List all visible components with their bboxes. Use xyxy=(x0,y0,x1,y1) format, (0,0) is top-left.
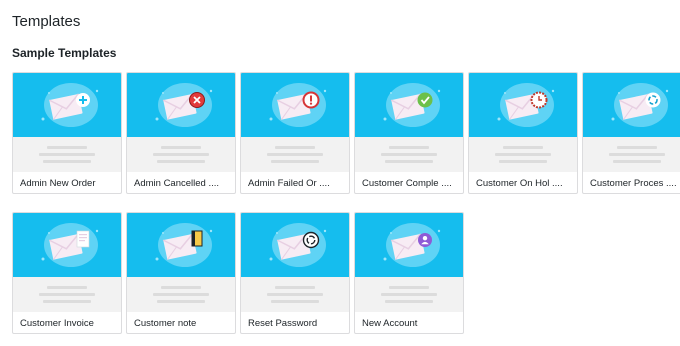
template-card[interactable]: Customer On Hol .... xyxy=(468,72,578,194)
template-card[interactable]: Reset Password xyxy=(240,212,350,334)
template-preview-lines xyxy=(13,277,121,312)
template-preview-lines xyxy=(355,277,463,312)
template-thumbnail xyxy=(241,73,349,137)
template-thumbnail xyxy=(13,213,121,277)
preview-line xyxy=(43,160,91,163)
template-preview-lines xyxy=(13,137,121,172)
preview-line xyxy=(271,160,319,163)
x-circle-icon xyxy=(155,83,213,127)
preview-line xyxy=(381,153,437,156)
preview-line xyxy=(43,300,91,303)
section-title: Sample Templates xyxy=(12,46,117,60)
template-card[interactable]: Customer Invoice xyxy=(12,212,122,334)
user-circle-icon xyxy=(383,223,441,267)
preview-line xyxy=(385,300,433,303)
preview-line xyxy=(503,146,543,149)
preview-line xyxy=(267,293,323,296)
preview-line xyxy=(275,146,315,149)
template-thumbnail xyxy=(13,73,121,137)
template-preview-lines xyxy=(241,137,349,172)
template-label: New Account xyxy=(362,318,418,329)
preview-line xyxy=(617,146,657,149)
template-thumbnail xyxy=(127,73,235,137)
preview-line xyxy=(39,153,95,156)
preview-line xyxy=(381,293,437,296)
template-thumbnail xyxy=(241,213,349,277)
invoice-icon xyxy=(41,223,99,267)
template-label: Reset Password xyxy=(248,318,318,329)
template-thumbnail xyxy=(355,213,463,277)
template-label: Admin Cancelled .... xyxy=(134,178,220,189)
template-label: Customer Comple .... xyxy=(362,178,452,189)
template-label: Admin New Order xyxy=(20,178,96,189)
preview-line xyxy=(47,286,87,289)
preview-line xyxy=(47,146,87,149)
preview-line xyxy=(153,153,209,156)
template-thumbnail xyxy=(355,73,463,137)
template-card[interactable]: New Account xyxy=(354,212,464,334)
reset-icon xyxy=(269,223,327,267)
preview-line xyxy=(389,286,429,289)
refresh-icon xyxy=(611,83,669,127)
template-preview-lines xyxy=(127,277,235,312)
preview-line xyxy=(39,293,95,296)
exclamation-circle-icon xyxy=(269,83,327,127)
template-preview-lines xyxy=(469,137,577,172)
preview-line xyxy=(267,153,323,156)
template-card[interactable]: Admin Failed Or .... xyxy=(240,72,350,194)
template-thumbnail xyxy=(583,73,680,137)
template-label: Customer On Hol .... xyxy=(476,178,563,189)
preview-line xyxy=(161,286,201,289)
template-card[interactable]: Customer Proces .... xyxy=(582,72,680,194)
plus-icon xyxy=(41,83,99,127)
template-label: Admin Failed Or .... xyxy=(248,178,330,189)
template-label: Customer Invoice xyxy=(20,318,94,329)
preview-line xyxy=(609,153,665,156)
preview-line xyxy=(275,286,315,289)
template-card[interactable]: Admin Cancelled .... xyxy=(126,72,236,194)
check-circle-icon xyxy=(383,83,441,127)
template-card[interactable]: Customer note xyxy=(126,212,236,334)
preview-line xyxy=(385,160,433,163)
note-icon xyxy=(155,223,213,267)
preview-line xyxy=(495,153,551,156)
template-label: Customer Proces .... xyxy=(590,178,677,189)
preview-line xyxy=(157,300,205,303)
template-preview-lines xyxy=(355,137,463,172)
preview-line xyxy=(613,160,661,163)
template-thumbnail xyxy=(469,73,577,137)
preview-line xyxy=(161,146,201,149)
template-card[interactable]: Admin New Order xyxy=(12,72,122,194)
preview-line xyxy=(157,160,205,163)
template-label: Customer note xyxy=(134,318,197,329)
page-title: Templates xyxy=(12,13,81,30)
template-card[interactable]: Customer Comple .... xyxy=(354,72,464,194)
template-preview-lines xyxy=(241,277,349,312)
preview-line xyxy=(271,300,319,303)
template-thumbnail xyxy=(127,213,235,277)
preview-line xyxy=(389,146,429,149)
template-preview-lines xyxy=(127,137,235,172)
clock-icon xyxy=(497,83,555,127)
preview-line xyxy=(499,160,547,163)
preview-line xyxy=(153,293,209,296)
template-preview-lines xyxy=(583,137,680,172)
